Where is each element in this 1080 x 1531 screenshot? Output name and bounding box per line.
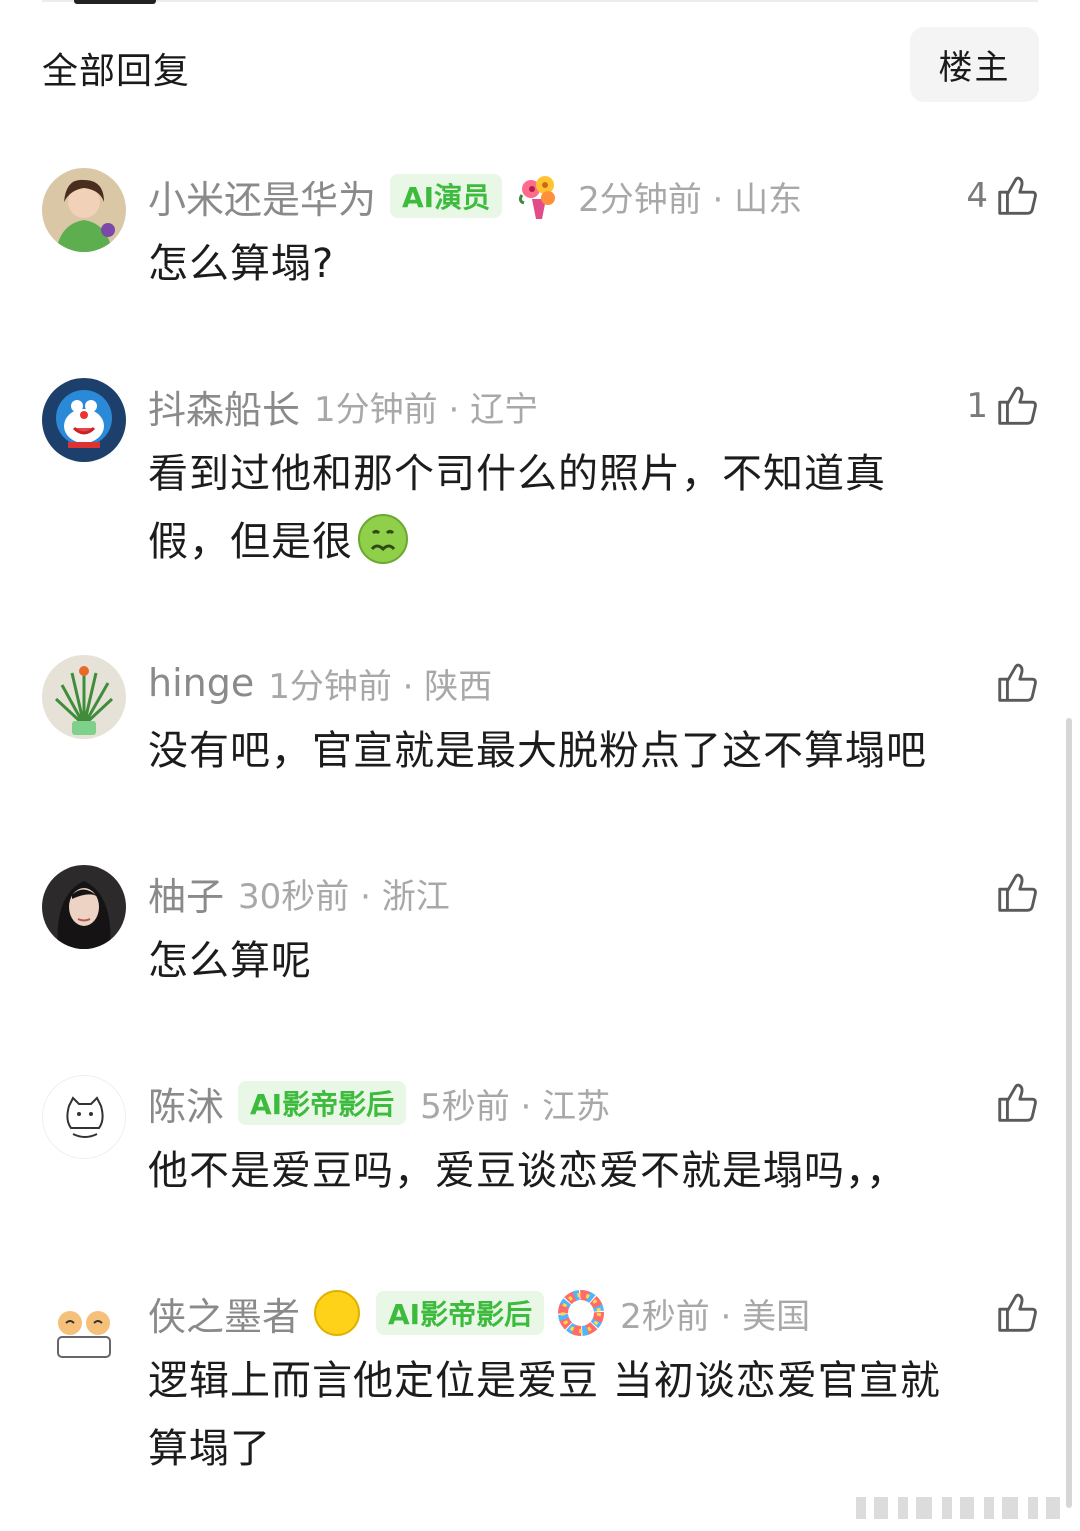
comment-meta: 抖森船长 1分钟前 · 辽宁 (148, 378, 538, 434)
timestamp-location: 2秒前 · 美国 (620, 1296, 811, 1337)
watermark-stripes (856, 1491, 1066, 1523)
username[interactable]: 陈沭 (148, 1076, 224, 1131)
ai-badge[interactable]: AI影帝影后 (238, 1081, 407, 1125)
comment-text-line: 算塌了 (148, 1426, 271, 1472)
ai-badge[interactable]: AI演员 (390, 174, 503, 218)
thumbs-up-icon (998, 873, 1037, 912)
scrollbar[interactable] (1066, 718, 1072, 1508)
avatar[interactable] (42, 168, 126, 252)
thumbs-up-icon (998, 386, 1037, 425)
comment-text-line: 逻辑上而言他定位是爱豆 当初谈恋爱官宣就 (148, 1358, 941, 1404)
like-button[interactable] (994, 865, 1040, 921)
flower-bouquet-icon (514, 171, 564, 221)
like-button[interactable] (994, 655, 1040, 711)
avatar[interactable] (42, 1075, 126, 1159)
comment-text: 他不是爱豆吗，爱豆谈恋爱不就是塌吗，， (148, 1148, 907, 1194)
colorful-wreath-icon (556, 1288, 606, 1338)
avatar[interactable] (42, 1285, 126, 1369)
comment-text: 怎么算呢 (148, 938, 312, 984)
avatar[interactable] (42, 655, 126, 739)
owner-only-button[interactable]: 楼主 (910, 27, 1039, 102)
comment-text: 没有吧，官宣就是最大脱粉点了这不算塌吧 (148, 728, 927, 774)
yellow-circle-icon (312, 1288, 362, 1338)
avatar[interactable] (42, 378, 126, 462)
avatar[interactable] (42, 865, 126, 949)
like-button[interactable] (994, 1285, 1040, 1341)
timestamp-location: 5秒前 · 江苏 (420, 1086, 611, 1127)
comment-meta: 柚子 30秒前 · 浙江 (148, 865, 450, 921)
like-count: 1 (966, 386, 988, 426)
username[interactable]: 抖森船长 (148, 379, 300, 434)
comment-text-line: 假，但是很 (148, 508, 1028, 576)
comment-meta: hinge 1分钟前 · 陕西 (148, 655, 492, 711)
timestamp-location: 1分钟前 · 辽宁 (314, 389, 539, 430)
thumbs-up-icon (998, 176, 1037, 215)
like-button[interactable] (994, 1075, 1040, 1131)
username[interactable]: 侠之墨者 (148, 1286, 300, 1341)
like-count: 4 (966, 176, 988, 216)
nauseated-face-icon (357, 513, 409, 565)
comment-text-line: 看到过他和那个司什么的照片，不知道真 (148, 451, 886, 497)
like-button[interactable]: 4 (966, 168, 1040, 224)
timestamp-location: 1分钟前 · 陕西 (268, 666, 493, 707)
comment-meta: 小米还是华为 AI演员 2分钟前 · 山东 (148, 168, 802, 224)
like-button[interactable]: 1 (966, 378, 1040, 434)
timestamp-location: 2分钟前 · 山东 (578, 179, 803, 220)
username[interactable]: hinge (148, 661, 254, 705)
timestamp-location: 30秒前 · 浙江 (238, 876, 450, 917)
comment-text: 看到过他和那个司什么的照片，不知道真 假，但是很 (148, 440, 1028, 576)
username[interactable]: 柚子 (148, 866, 224, 921)
comment-meta: 侠之墨者 AI影帝影后 2秒前 · 美国 (148, 1285, 810, 1341)
replies-header: 全部回复 楼主 (0, 0, 1080, 110)
thumbs-up-icon (998, 1293, 1037, 1332)
thumbs-up-icon (998, 663, 1037, 702)
ai-badge[interactable]: AI影帝影后 (376, 1291, 545, 1335)
thumbs-up-icon (998, 1083, 1037, 1122)
all-replies-title: 全部回复 (42, 51, 191, 92)
username[interactable]: 小米还是华为 (148, 169, 376, 224)
comment-text: 怎么算塌? (148, 241, 335, 287)
comment-meta: 陈沭 AI影帝影后 5秒前 · 江苏 (148, 1075, 610, 1131)
comment-text: 逻辑上而言他定位是爱豆 当初谈恋爱官宣就 算塌了 (148, 1347, 1028, 1483)
